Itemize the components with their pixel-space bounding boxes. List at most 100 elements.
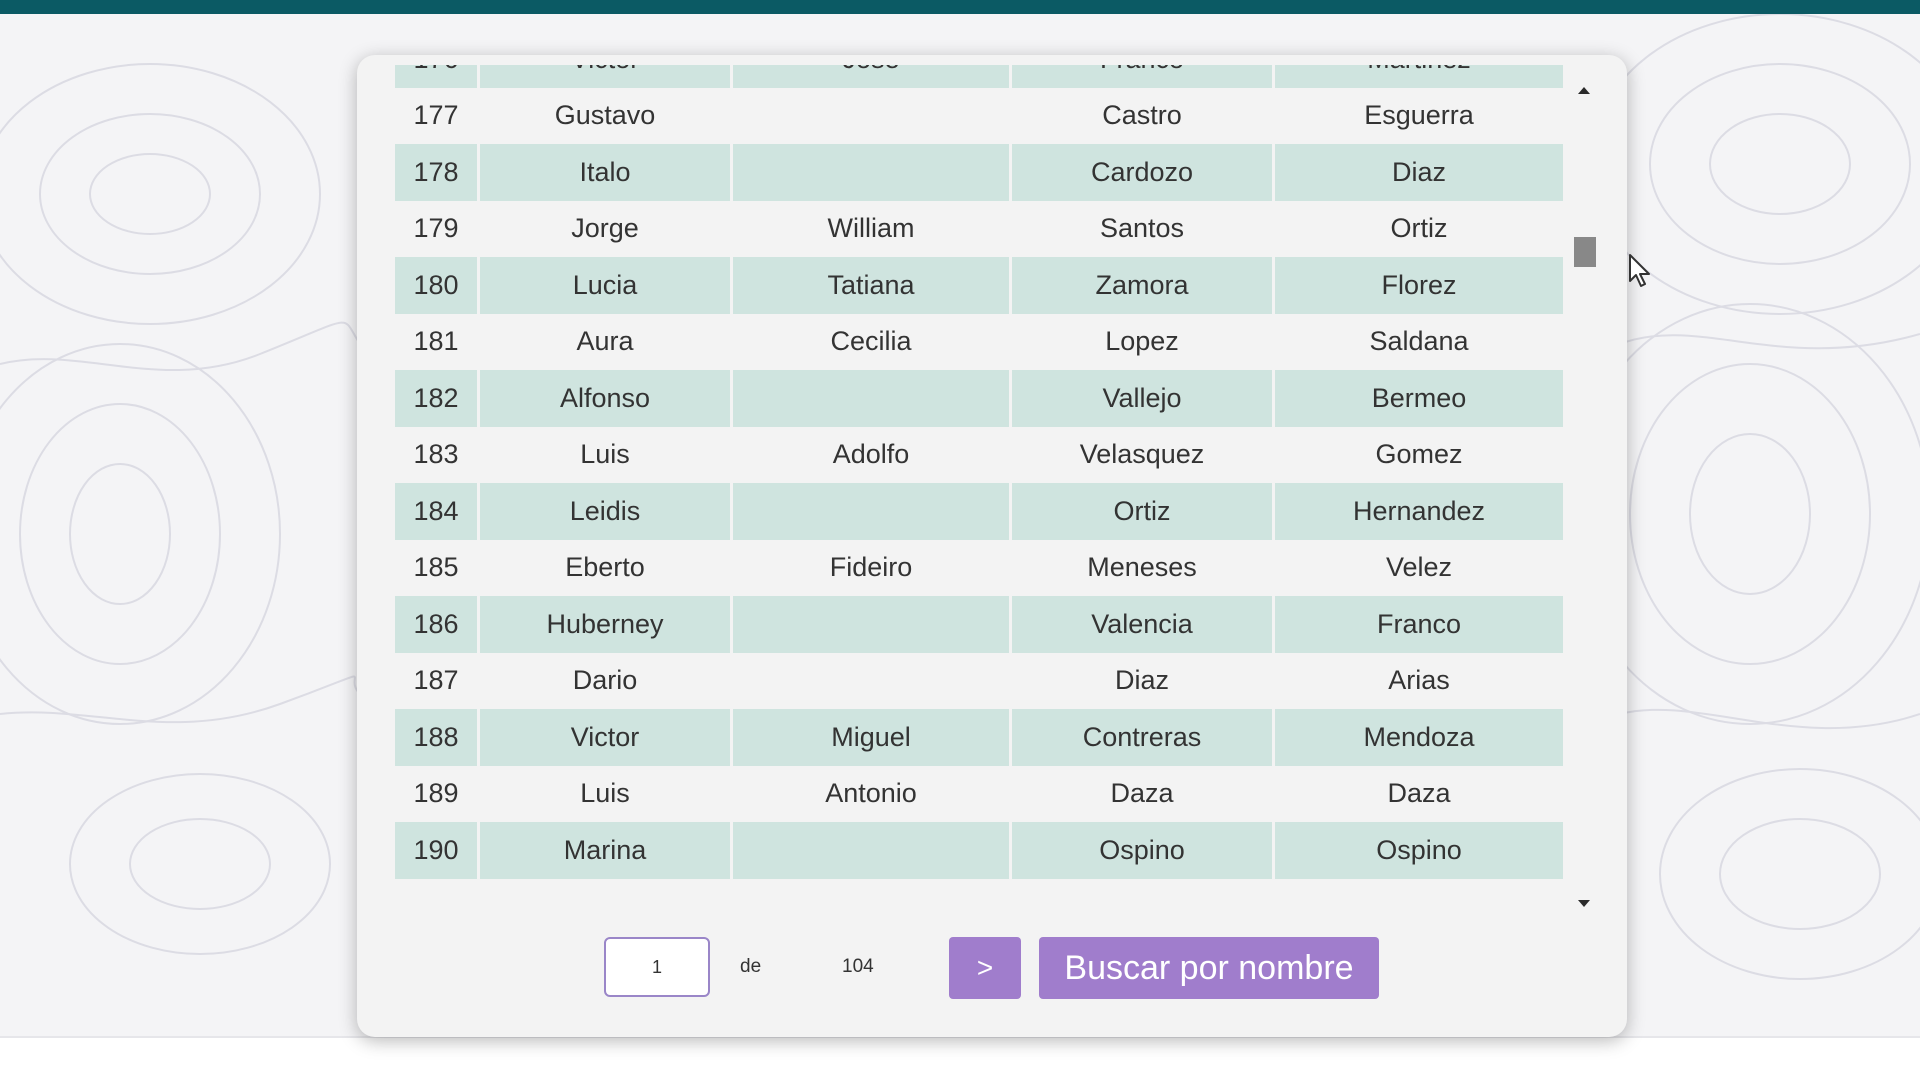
second-name-cell: Tatiana bbox=[733, 257, 1009, 314]
first-name-cell: Leidis bbox=[480, 483, 730, 540]
first-name-cell: Huberney bbox=[480, 596, 730, 653]
first-name-cell: Alfonso bbox=[480, 370, 730, 427]
first-surname-cell: Castro bbox=[1102, 100, 1182, 131]
second-surname-cell: Arias bbox=[1388, 665, 1450, 696]
second-surname-cell: Hernandez bbox=[1275, 483, 1563, 540]
triangle-up-icon[interactable] bbox=[1578, 87, 1590, 94]
row-number-cell: 182 bbox=[395, 370, 477, 427]
table-row: 183 Luis Adolfo Velasquez Gomez bbox=[395, 427, 1563, 484]
vertical-scrollbar[interactable] bbox=[1565, 65, 1603, 923]
row-number-cell: 177 bbox=[413, 100, 459, 131]
first-name-cell: Luis bbox=[580, 778, 630, 809]
table-row: 181 Aura Cecilia Lopez Saldana bbox=[395, 314, 1563, 371]
first-name-cell: Victor bbox=[480, 65, 730, 88]
first-name-cell: Aura bbox=[576, 326, 634, 357]
row-number-cell: 183 bbox=[413, 439, 459, 470]
first-name-cell: Eberto bbox=[565, 552, 645, 583]
second-surname-cell: Diaz bbox=[1275, 144, 1563, 201]
second-name-cell: Jose bbox=[733, 65, 1009, 88]
second-surname-cell: Gomez bbox=[1375, 439, 1463, 470]
table-row: 190 Marina Ospino Ospino bbox=[395, 822, 1563, 879]
first-name-cell: Victor bbox=[480, 709, 730, 766]
search-by-name-button[interactable]: Buscar por nombre bbox=[1039, 937, 1379, 999]
first-surname-cell: Daza bbox=[1110, 778, 1174, 809]
table-row: 187 Dario Diaz Arias bbox=[395, 653, 1563, 710]
row-number-cell: 184 bbox=[395, 483, 477, 540]
first-name-cell: Lucia bbox=[480, 257, 730, 314]
first-name-cell: Italo bbox=[480, 144, 730, 201]
first-surname-cell: Zamora bbox=[1012, 257, 1272, 314]
results-table-viewport[interactable]: 176VictorJoseFrancoMartinez177GustavoCas… bbox=[395, 65, 1563, 923]
second-name-cell: William bbox=[827, 213, 915, 244]
second-surname-cell: Esguerra bbox=[1364, 100, 1474, 131]
second-surname-cell: Daza bbox=[1387, 778, 1451, 809]
second-name-cell bbox=[733, 653, 1009, 710]
first-surname-cell: Lopez bbox=[1105, 326, 1179, 357]
first-surname-cell: Diaz bbox=[1114, 665, 1169, 696]
triangle-down-icon[interactable] bbox=[1578, 900, 1590, 907]
mouse-pointer-icon bbox=[1628, 253, 1654, 294]
of-label: de bbox=[740, 956, 762, 977]
table-row: 177 Gustavo Castro Esguerra bbox=[395, 88, 1563, 145]
second-surname-cell: Florez bbox=[1275, 257, 1563, 314]
page-number-input[interactable] bbox=[604, 937, 710, 997]
table-row: 185 Eberto Fideiro Meneses Velez bbox=[395, 540, 1563, 597]
first-surname-cell: Meneses bbox=[1087, 552, 1197, 583]
results-card: 176VictorJoseFrancoMartinez177GustavoCas… bbox=[357, 55, 1627, 1037]
table-row: 186 Huberney Valencia Franco bbox=[395, 596, 1563, 653]
second-surname-cell: Mendoza bbox=[1275, 709, 1563, 766]
first-surname-cell: Vallejo bbox=[1012, 370, 1272, 427]
pagination-bar: de 104 > Buscar por nombre bbox=[357, 937, 1627, 1003]
row-number-cell: 178 bbox=[395, 144, 477, 201]
second-name-cell bbox=[733, 483, 1009, 540]
first-name-cell: Dario bbox=[572, 665, 638, 696]
second-surname-cell: Ospino bbox=[1275, 822, 1563, 879]
table-row: 180 Lucia Tatiana Zamora Florez bbox=[395, 257, 1563, 314]
second-surname-cell: Velez bbox=[1385, 552, 1453, 583]
table-row: 178 Italo Cardozo Diaz bbox=[395, 144, 1563, 201]
row-number-cell: 189 bbox=[413, 778, 459, 809]
table-row: 189 Luis Antonio Daza Daza bbox=[395, 766, 1563, 823]
first-name-cell: Marina bbox=[480, 822, 730, 879]
second-name-cell: Miguel bbox=[733, 709, 1009, 766]
second-name-cell bbox=[733, 370, 1009, 427]
first-surname-cell: Cardozo bbox=[1012, 144, 1272, 201]
first-surname-cell: Ospino bbox=[1012, 822, 1272, 879]
first-surname-cell: Valencia bbox=[1012, 596, 1272, 653]
top-header-bar bbox=[0, 0, 1920, 14]
second-surname-cell: Franco bbox=[1275, 596, 1563, 653]
first-name-cell: Jorge bbox=[571, 213, 639, 244]
second-name-cell: Fideiro bbox=[829, 552, 913, 583]
second-name-cell bbox=[733, 596, 1009, 653]
table-row: 184 Leidis Ortiz Hernandez bbox=[395, 483, 1563, 540]
second-surname-cell: Bermeo bbox=[1275, 370, 1563, 427]
first-name-cell: Gustavo bbox=[554, 100, 656, 131]
first-surname-cell: Velasquez bbox=[1079, 439, 1205, 470]
bottom-strip bbox=[0, 1036, 1920, 1082]
second-name-cell bbox=[733, 144, 1009, 201]
second-name-cell: Antonio bbox=[825, 778, 917, 809]
second-surname-cell: Saldana bbox=[1369, 326, 1469, 357]
row-number-cell: 176 bbox=[395, 65, 477, 88]
table-row: 179 Jorge William Santos Ortiz bbox=[395, 201, 1563, 258]
second-name-cell bbox=[733, 88, 1009, 145]
table-row: 188 Victor Miguel Contreras Mendoza bbox=[395, 709, 1563, 766]
row-number-cell: 179 bbox=[413, 213, 459, 244]
second-surname-cell: Martinez bbox=[1275, 65, 1563, 88]
row-number-cell: 186 bbox=[395, 596, 477, 653]
row-number-cell: 181 bbox=[413, 326, 459, 357]
table-row: 182 Alfonso Vallejo Bermeo bbox=[395, 370, 1563, 427]
row-number-cell: 188 bbox=[395, 709, 477, 766]
total-pages: 104 bbox=[842, 956, 874, 977]
table-row: 176VictorJoseFrancoMartinez bbox=[395, 65, 1563, 88]
first-surname-cell: Ortiz bbox=[1012, 483, 1272, 540]
scroll-thumb[interactable] bbox=[1574, 237, 1596, 267]
row-number-cell: 180 bbox=[395, 257, 477, 314]
first-surname-cell: Contreras bbox=[1012, 709, 1272, 766]
second-name-cell: Cecilia bbox=[830, 326, 912, 357]
row-number-cell: 190 bbox=[395, 822, 477, 879]
second-name-cell bbox=[733, 822, 1009, 879]
next-page-button[interactable]: > bbox=[949, 937, 1021, 999]
results-table: 176VictorJoseFrancoMartinez177GustavoCas… bbox=[395, 65, 1563, 879]
second-surname-cell: Ortiz bbox=[1390, 213, 1448, 244]
